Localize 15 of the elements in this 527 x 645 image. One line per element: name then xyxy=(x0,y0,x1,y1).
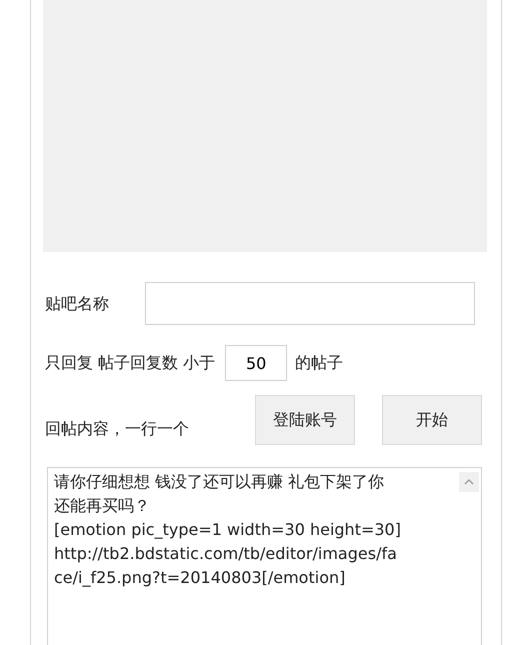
action-button[interactable]: 开始 xyxy=(382,395,482,445)
filter-label: 只回复 帖子回复数 小于 xyxy=(45,352,216,374)
text-line: 请你仔细想想 钱没了还可以再赚 礼包下架了你 xyxy=(54,471,384,493)
filter-suffix: 的帖子 xyxy=(295,352,344,374)
reply-content-field[interactable]: 请你仔细想想 钱没了还可以再赚 礼包下架了你 还能再买吗？ [emotion pic_type=1 width=30 height=30] http://tb2.bdstatic.com/tb/editor/images/fa ce/i_f25.png?t=20140803[/emotion] xyxy=(47,467,482,645)
forum-name-field[interactable] xyxy=(145,282,475,325)
text-line: 还能再买吗？ xyxy=(54,495,150,517)
text-line: [emotion pic_type=1 width=30 height=30] xyxy=(54,519,401,541)
field-label: 贴吧名称 xyxy=(45,292,110,314)
scroll-up-icon[interactable] xyxy=(459,472,479,492)
content-label: 回帖内容，一行一个 xyxy=(45,418,190,440)
text-line: ce/i_f25.png?t=20140803[/emotion] xyxy=(54,567,346,589)
action-button[interactable]: 登陆账号 xyxy=(255,395,355,445)
text-line: http://tb2.bdstatic.com/tb/editor/images/fa xyxy=(54,543,397,565)
reply-count-field[interactable]: 50 xyxy=(225,345,288,381)
